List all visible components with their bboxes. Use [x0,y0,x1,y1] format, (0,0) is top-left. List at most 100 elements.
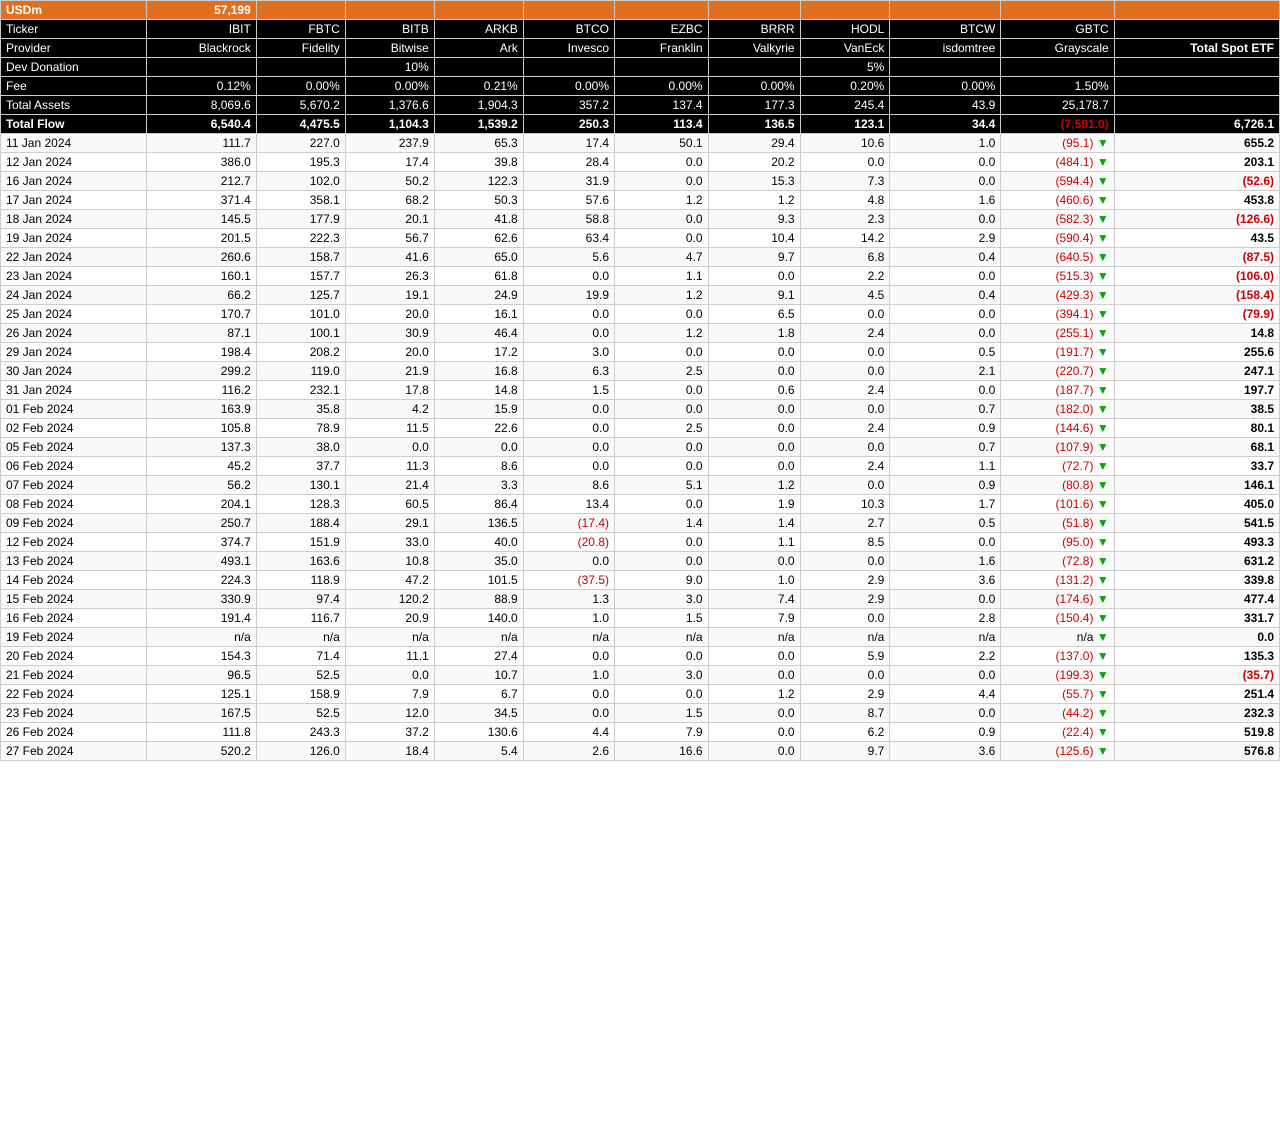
date-cell-3: 17 Jan 2024 [1,191,147,210]
date-cell-24: 15 Feb 2024 [1,590,147,609]
data-row-5-col-9: 2.9 [890,229,1001,248]
data-row-9-col-7: 6.5 [708,305,800,324]
meta-row-3-col-5: 0.00% [523,77,614,96]
date-cell-32: 27 Feb 2024 [1,742,147,761]
header-empty-7 [708,1,800,20]
data-row-26-col-2: n/a [256,628,345,647]
data-row-4-col-8: 2.3 [800,210,890,229]
data-row-29-col-6: 0.0 [615,685,709,704]
data-row-22-col-5: 0.0 [523,552,614,571]
data-row-2: 16 Jan 2024212.7102.050.2122.331.90.015.… [1,172,1280,191]
data-row-19-col-8: 10.3 [800,495,890,514]
data-row-25-col-2: 116.7 [256,609,345,628]
data-row-22-col-8: 0.0 [800,552,890,571]
data-row-5-col-7: 10.4 [708,229,800,248]
data-row-11-col-3: 20.0 [345,343,434,362]
total-flow-col-5: 250.3 [523,115,614,134]
data-row-0-col-6: 50.1 [615,134,709,153]
data-row-28-col-1: 96.5 [146,666,256,685]
data-row-27-col-4: 27.4 [434,647,523,666]
data-row-30-col-6: 1.5 [615,704,709,723]
data-row-13-col-8: 2.4 [800,381,890,400]
data-row-26-col-10: n/a ▼ [1001,628,1114,647]
data-row-18-col-11: 146.1 [1114,476,1279,495]
data-row-20-col-6: 1.4 [615,514,709,533]
meta-row-1-col-6: Franklin [615,39,709,58]
data-row-17-col-11: 33.7 [1114,457,1279,476]
data-row-7-col-10: (515.3) ▼ [1001,267,1114,286]
data-row-21: 12 Feb 2024374.7151.933.040.0(20.8)0.01.… [1,533,1280,552]
data-row-15-col-2: 78.9 [256,419,345,438]
data-row-13-col-10: (187.7) ▼ [1001,381,1114,400]
data-row-20-col-1: 250.7 [146,514,256,533]
date-cell-9: 25 Jan 2024 [1,305,147,324]
data-row-10-col-6: 1.2 [615,324,709,343]
data-row-5-col-11: 43.5 [1114,229,1279,248]
data-row-1-col-8: 0.0 [800,153,890,172]
data-row-0: 11 Jan 2024111.7227.0237.965.317.450.129… [1,134,1280,153]
data-row-16-col-6: 0.0 [615,438,709,457]
data-row-4-col-9: 0.0 [890,210,1001,229]
data-row-22-col-2: 163.6 [256,552,345,571]
data-row-6-col-8: 6.8 [800,248,890,267]
data-row-12-col-4: 16.8 [434,362,523,381]
data-row-19-col-2: 128.3 [256,495,345,514]
data-row-0-col-2: 227.0 [256,134,345,153]
data-row-8-col-1: 66.2 [146,286,256,305]
data-row-25-col-7: 7.9 [708,609,800,628]
header-empty-3 [345,1,434,20]
data-row-30-col-8: 8.7 [800,704,890,723]
data-row-14-col-6: 0.0 [615,400,709,419]
meta-row-2-col-9 [890,58,1001,77]
data-row-16-col-3: 0.0 [345,438,434,457]
data-row-25-col-4: 140.0 [434,609,523,628]
date-cell-4: 18 Jan 2024 [1,210,147,229]
data-row-31: 26 Feb 2024111.8243.337.2130.64.47.90.06… [1,723,1280,742]
data-row-19-col-5: 13.4 [523,495,614,514]
data-row-1-col-4: 39.8 [434,153,523,172]
data-row-26: 19 Feb 2024n/an/an/an/an/an/an/an/an/an/… [1,628,1280,647]
data-row-24-col-10: (174.6) ▼ [1001,590,1114,609]
data-row-7-col-8: 2.2 [800,267,890,286]
data-row-14-col-11: 38.5 [1114,400,1279,419]
data-row-4-col-6: 0.0 [615,210,709,229]
data-row-23-col-2: 118.9 [256,571,345,590]
data-row-24-col-3: 120.2 [345,590,434,609]
meta-row-0-col-4: ARKB [434,20,523,39]
meta-row-1-col-11: Total Spot ETF [1114,39,1279,58]
total-flow-col-11: 6,726.1 [1114,115,1279,134]
data-row-2-col-7: 15.3 [708,172,800,191]
data-row-16-col-11: 68.1 [1114,438,1279,457]
meta-row-0-col-11 [1114,20,1279,39]
data-row-1-col-3: 17.4 [345,153,434,172]
data-row-27-col-6: 0.0 [615,647,709,666]
data-row-30-col-3: 12.0 [345,704,434,723]
total-flow-col-0: Total Flow [1,115,147,134]
data-row-1-col-1: 386.0 [146,153,256,172]
data-row-29-col-9: 4.4 [890,685,1001,704]
data-row-0-col-4: 65.3 [434,134,523,153]
data-row-17: 06 Feb 202445.237.711.38.60.00.00.02.41.… [1,457,1280,476]
total-assets-value: 57,199 [146,1,256,20]
total-flow-col-1: 6,540.4 [146,115,256,134]
data-row-32-col-8: 9.7 [800,742,890,761]
data-row-5-col-2: 222.3 [256,229,345,248]
meta-row-2-col-3: 10% [345,58,434,77]
data-row-6-col-3: 41.6 [345,248,434,267]
data-row-2-col-8: 7.3 [800,172,890,191]
data-row-9-col-9: 0.0 [890,305,1001,324]
data-row-16-col-2: 38.0 [256,438,345,457]
date-cell-17: 06 Feb 2024 [1,457,147,476]
data-row-7: 23 Jan 2024160.1157.726.361.80.01.10.02.… [1,267,1280,286]
usdm-label: USDm [1,1,147,20]
meta-row-0-col-3: BITB [345,20,434,39]
data-row-22-col-9: 1.6 [890,552,1001,571]
data-row-31-col-3: 37.2 [345,723,434,742]
meta-row-2-col-0: Dev Donation [1,58,147,77]
meta-row-1-col-3: Bitwise [345,39,434,58]
data-row-23-col-6: 9.0 [615,571,709,590]
data-row-13-col-3: 17.8 [345,381,434,400]
date-cell-21: 12 Feb 2024 [1,533,147,552]
data-row-22-col-6: 0.0 [615,552,709,571]
data-row-3-col-11: 453.8 [1114,191,1279,210]
